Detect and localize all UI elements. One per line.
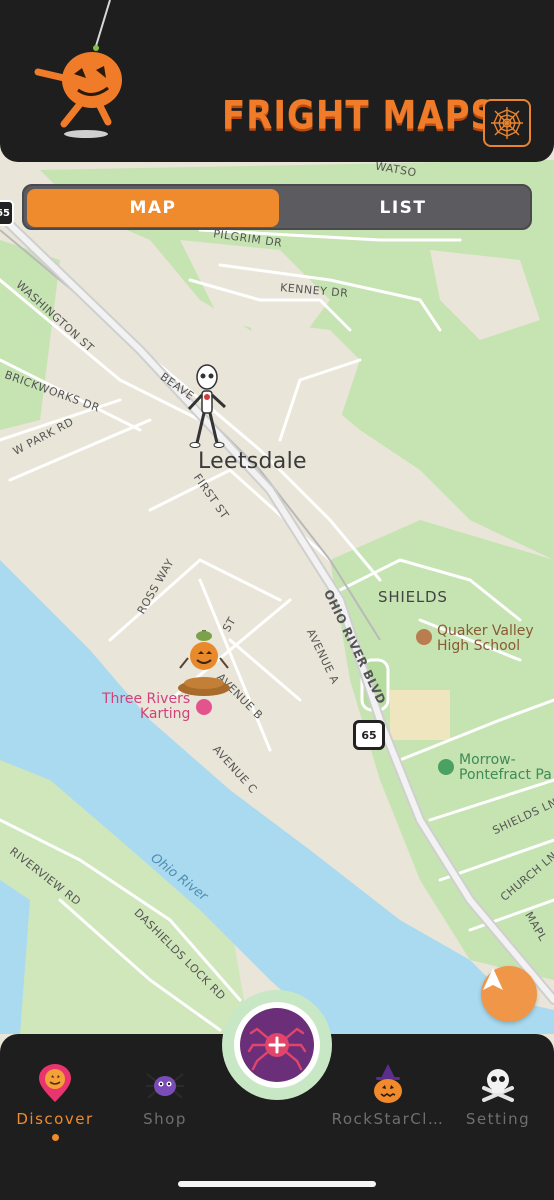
tab-setting[interactable]: Setting xyxy=(438,1064,554,1154)
spider-icon xyxy=(145,1064,185,1104)
active-indicator xyxy=(51,1134,59,1141)
skeleton-marker-icon[interactable] xyxy=(183,363,231,449)
tab-label: RockStarCl… xyxy=(331,1110,445,1128)
pumpkin-scarecrow-marker-icon[interactable] xyxy=(176,628,232,698)
home-indicator xyxy=(178,1181,376,1187)
pumpkin-pin-icon xyxy=(35,1064,75,1104)
park-icon xyxy=(438,759,454,775)
tab-discover[interactable]: Discover xyxy=(0,1064,115,1154)
route-number: 65 xyxy=(361,728,377,742)
neighborhood-label: SHIELDS xyxy=(378,588,448,606)
tab-map[interactable]: MAP xyxy=(27,189,279,227)
add-spot-button[interactable] xyxy=(222,990,332,1100)
skull-crossbones-icon xyxy=(478,1064,518,1104)
town-label: Leetsdale xyxy=(198,449,307,474)
navigation-arrow-icon xyxy=(483,968,503,990)
route-shield: 65 xyxy=(353,720,385,750)
route-shield: 65 xyxy=(0,200,14,226)
poi-label-line1: Morrow- xyxy=(459,752,516,768)
poi-label-line1: Quaker Valley xyxy=(437,623,534,639)
tab-label: Setting xyxy=(465,1110,531,1128)
view-toggle: MAP LIST xyxy=(22,184,532,230)
poi-label-line2: Pontefract Pa xyxy=(459,767,552,783)
karting-icon xyxy=(196,699,212,715)
witch-pumpkin-icon xyxy=(368,1064,408,1104)
route-number: 65 xyxy=(0,207,10,219)
spider-add-icon xyxy=(240,1008,314,1082)
app-title: FRIGHT MAPS xyxy=(222,93,497,139)
tab-rockstarclub[interactable]: RockStarCl… xyxy=(328,1064,448,1154)
spider-web-button[interactable] xyxy=(483,99,531,147)
flying-pumpkin-mascot-icon xyxy=(30,0,140,145)
tab-label: Discover xyxy=(16,1110,94,1128)
tab-list[interactable]: LIST xyxy=(277,189,529,227)
spider-web-icon xyxy=(491,107,523,139)
tab-shop[interactable]: Shop xyxy=(105,1064,225,1154)
poi-label-line2: Karting xyxy=(140,706,191,722)
school-icon xyxy=(416,629,432,645)
tab-label: Shop xyxy=(143,1110,187,1128)
locate-me-button[interactable] xyxy=(481,966,537,1022)
app-header: FRIGHT MAPS xyxy=(0,0,554,162)
poi-label-line2: High School xyxy=(437,638,521,654)
